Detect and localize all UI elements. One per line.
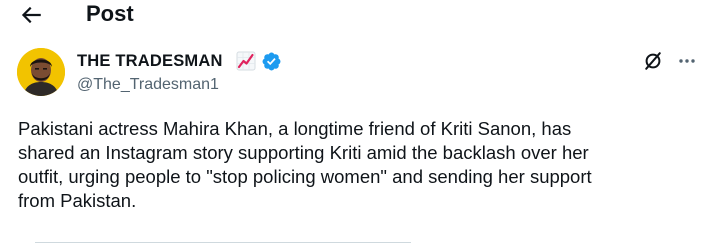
- arrow-left-icon: [21, 6, 41, 24]
- author-name[interactable]: THE TRADESMAN: [77, 51, 223, 71]
- more-options-button[interactable]: [676, 50, 698, 72]
- author-avatar[interactable]: [17, 48, 65, 96]
- back-button[interactable]: [18, 2, 44, 28]
- avatar-image: [17, 48, 65, 96]
- page-title: Post: [86, 1, 134, 26]
- grok-icon: [645, 52, 661, 70]
- divider: [35, 242, 411, 243]
- chart-increasing-icon: [236, 51, 256, 71]
- tweet-text: Pakistani actress Mahira Khan, a longtim…: [18, 118, 592, 211]
- author-handle[interactable]: @The_Tradesman1: [77, 75, 219, 95]
- verified-badge-icon: [261, 51, 282, 72]
- grok-button[interactable]: [642, 50, 664, 72]
- more-horizontal-icon: [679, 59, 695, 63]
- post-header: Post: [0, 0, 709, 30]
